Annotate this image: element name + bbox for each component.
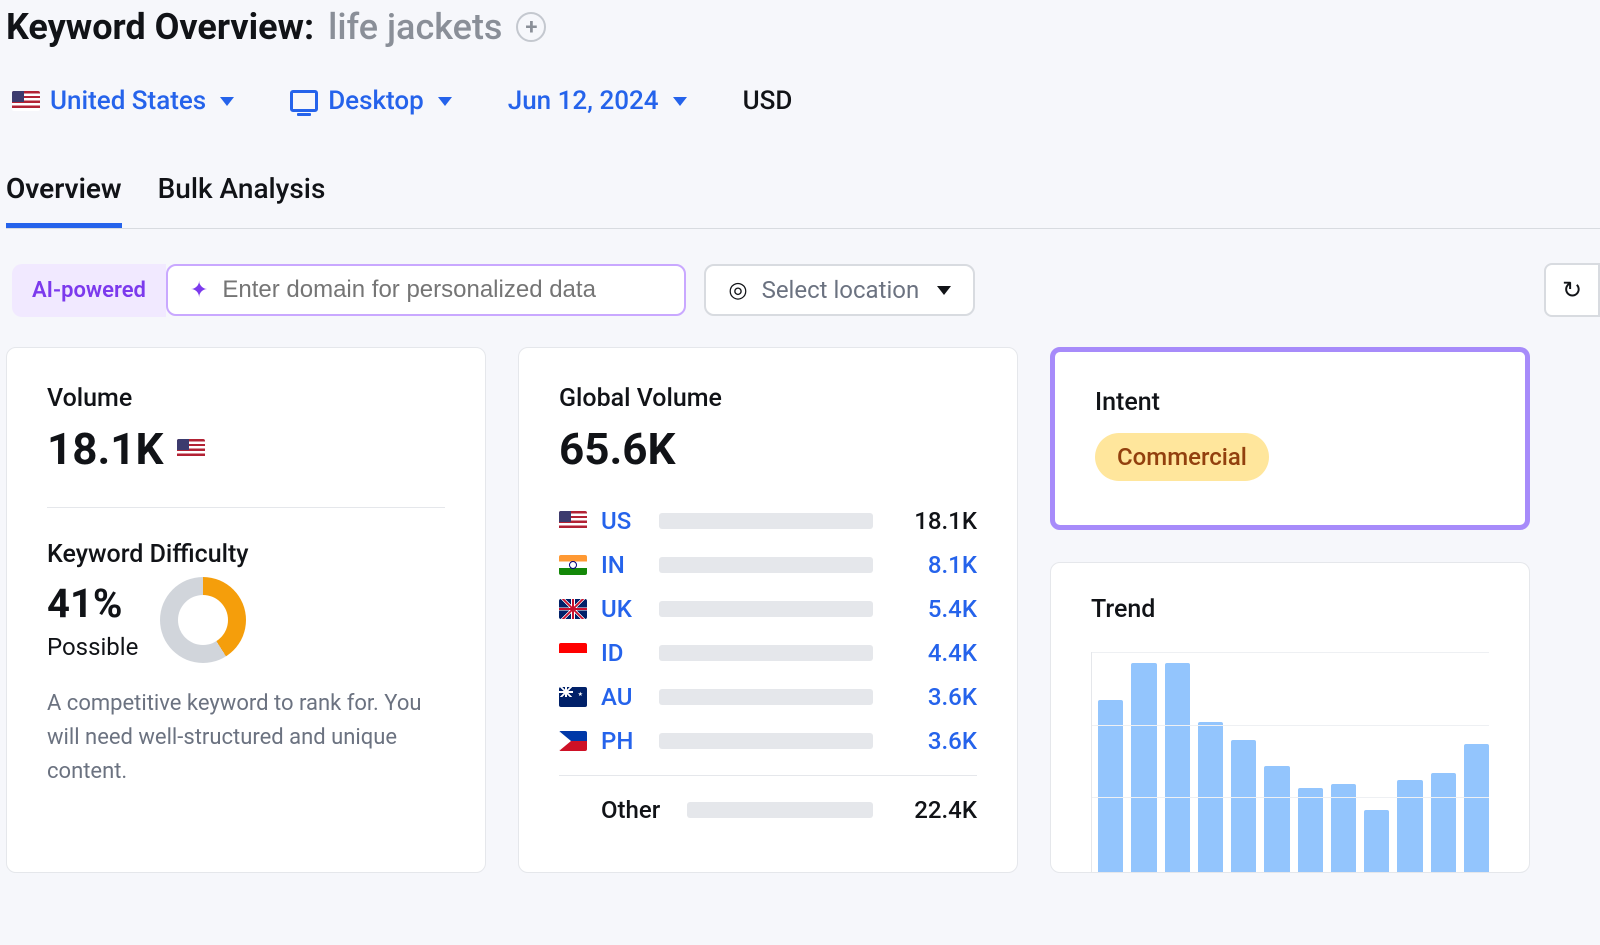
volume-bar [659, 733, 873, 749]
desktop-icon [290, 90, 318, 112]
trend-bar [1131, 663, 1156, 872]
us-flag-icon [559, 511, 587, 531]
tab-bulk-analysis[interactable]: Bulk Analysis [158, 172, 326, 228]
trend-bar [1231, 740, 1256, 872]
other-volume-value: 22.4K [887, 796, 977, 824]
currency-label: USD [743, 86, 793, 116]
country-code: IN [601, 551, 645, 579]
intent-card: Intent Commercial [1050, 347, 1530, 530]
add-keyword-button[interactable]: + [516, 12, 546, 42]
tabs: Overview Bulk Analysis [6, 172, 1600, 229]
trend-bar [1098, 700, 1123, 872]
us-flag-icon [177, 439, 205, 459]
kd-value: 41% [47, 580, 138, 627]
trend-bar [1165, 663, 1190, 872]
trend-bar [1364, 810, 1389, 872]
tab-overview[interactable]: Overview [6, 172, 122, 228]
country-volume-row[interactable]: ID 4.4K [559, 631, 977, 675]
intent-badge: Commercial [1095, 433, 1269, 481]
ph-flag-icon [559, 731, 587, 751]
country-code: ID [601, 639, 645, 667]
chevron-down-icon [438, 97, 452, 106]
trend-bar [1397, 780, 1422, 872]
location-select-label: Select location [762, 276, 920, 304]
kd-title: Keyword Difficulty [47, 540, 445, 569]
id-flag-icon [559, 643, 587, 663]
uk-flag-icon [559, 599, 587, 619]
intent-title: Intent [1095, 388, 1485, 417]
country-volume-value: 18.1K [887, 507, 977, 535]
refresh-icon: ↻ [1562, 276, 1582, 304]
volume-value: 18.1K [47, 423, 163, 475]
country-volume-row[interactable]: IN 8.1K [559, 543, 977, 587]
au-flag-icon [559, 687, 587, 707]
country-filter-label: United States [50, 86, 206, 116]
kd-label: Possible [47, 633, 138, 661]
volume-card: Volume 18.1K Keyword Difficulty 41% Poss… [6, 347, 486, 873]
page-title-keyword: life jackets [328, 6, 502, 48]
other-volume-row: Other 22.4K [559, 788, 977, 832]
global-volume-value: 65.6K [559, 423, 675, 475]
page-title-prefix: Keyword Overview: [6, 6, 314, 48]
country-code: PH [601, 727, 645, 755]
location-select[interactable]: ◎ Select location [704, 264, 975, 316]
trend-bar [1298, 788, 1323, 872]
volume-bar [659, 689, 873, 705]
country-filter[interactable]: United States [12, 86, 234, 116]
country-volume-value: 4.4K [887, 639, 977, 667]
refresh-button[interactable]: ↻ [1544, 263, 1600, 317]
domain-input[interactable] [222, 276, 662, 304]
sparkle-icon: ✦ [190, 278, 208, 303]
chevron-down-icon [220, 97, 234, 106]
volume-bar [687, 802, 873, 818]
volume-bar [659, 601, 873, 617]
country-code: UK [601, 595, 645, 623]
chevron-down-icon [937, 286, 951, 295]
device-filter[interactable]: Desktop [290, 86, 452, 116]
other-label: Other [601, 796, 673, 824]
trend-title: Trend [1091, 595, 1489, 624]
country-volume-value: 3.6K [887, 727, 977, 755]
country-code: US [601, 507, 645, 535]
country-volume-value: 3.6K [887, 683, 977, 711]
date-filter[interactable]: Jun 12, 2024 [508, 86, 687, 116]
date-filter-label: Jun 12, 2024 [508, 86, 659, 116]
country-code: AU [601, 683, 645, 711]
country-volume-row[interactable]: UK 5.4K [559, 587, 977, 631]
country-volume-value: 8.1K [887, 551, 977, 579]
trend-chart [1091, 652, 1489, 872]
volume-bar [659, 513, 873, 529]
country-volume-row[interactable]: AU 3.6K [559, 675, 977, 719]
global-volume-title: Global Volume [559, 384, 977, 413]
in-flag-icon [559, 555, 587, 575]
kd-donut-chart [160, 577, 246, 663]
trend-bar [1464, 744, 1489, 872]
kd-description: A competitive keyword to rank for. You w… [47, 687, 445, 789]
country-volume-row[interactable]: US 18.1K [559, 499, 977, 543]
pin-icon: ◎ [728, 278, 747, 303]
country-volume-row[interactable]: PH 3.6K [559, 719, 977, 763]
trend-bar [1264, 766, 1289, 872]
domain-input-wrapper[interactable]: ✦ [166, 264, 686, 316]
volume-bar [659, 557, 873, 573]
volume-bar [659, 645, 873, 661]
global-volume-card: Global Volume 65.6K US 18.1K IN 8.1K UK 5.4K I… [518, 347, 1018, 873]
trend-card: Trend [1050, 562, 1530, 873]
chevron-down-icon [673, 97, 687, 106]
device-filter-label: Desktop [328, 86, 424, 116]
ai-powered-badge: AI-powered [12, 264, 166, 317]
us-flag-icon [12, 91, 40, 111]
country-volume-value: 5.4K [887, 595, 977, 623]
trend-bar [1431, 773, 1456, 872]
volume-title: Volume [47, 384, 445, 413]
